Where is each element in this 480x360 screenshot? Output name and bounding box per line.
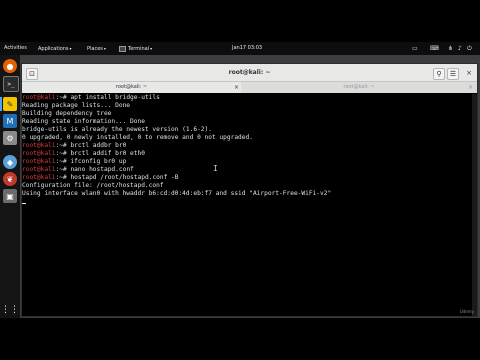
line-text: Reading package lists... Done xyxy=(22,102,131,109)
scrollbar[interactable] xyxy=(472,94,477,316)
firefox-icon[interactable]: ● xyxy=(3,59,17,73)
notes-icon[interactable]: ✎ xyxy=(3,97,17,111)
prompt-suffix: :~# xyxy=(55,150,71,157)
line-text: Building dependency tree xyxy=(22,110,112,117)
prompt-suffix: :~# xyxy=(55,174,71,181)
terminal-line: root@kali:~# ifconfig br0 up xyxy=(22,158,126,166)
prompt-suffix: :~# xyxy=(55,94,71,101)
prompt-suffix: :~# xyxy=(55,158,71,165)
burpsuite-icon[interactable]: ◆ xyxy=(3,155,17,169)
shell-prompt: root@kali xyxy=(22,150,56,157)
prompt-suffix: :~# xyxy=(55,142,71,149)
terminal-cursor xyxy=(22,203,26,204)
shell-prompt: root@kali xyxy=(22,166,56,173)
line-text: brctl addif br0 eth0 xyxy=(70,150,145,157)
terminal-line: Using interface wlan0 with hwaddr b6:cd:… xyxy=(22,190,331,198)
active-app-indicator xyxy=(0,97,2,111)
line-text: hostapd /root/hostapd.conf -B xyxy=(70,174,179,181)
chevron-down-icon: ▾ xyxy=(150,46,153,51)
terminal-line: root@kali:~# brctl addif br0 eth0 xyxy=(22,150,145,158)
menu-icon[interactable]: ☰ xyxy=(447,68,459,80)
close-icon[interactable]: × xyxy=(468,82,473,93)
shell-prompt: root@kali xyxy=(22,142,56,149)
terminal-line: Configuration file: /root/hostapd.conf xyxy=(22,182,164,190)
chevron-down-icon: ▾ xyxy=(69,46,72,51)
network-icon[interactable]: ⋔ xyxy=(448,42,453,55)
terminal-icon xyxy=(119,45,126,52)
prompt-suffix: :~# xyxy=(55,166,71,173)
text-cursor-icon: I xyxy=(213,164,218,173)
close-icon[interactable]: × xyxy=(234,82,239,93)
screen-recorder-icon[interactable]: ▭ xyxy=(412,42,418,55)
shell-prompt: root@kali xyxy=(22,94,56,101)
applications-menu[interactable]: Applications▾ xyxy=(38,42,72,55)
line-text: nano hostapd.conf xyxy=(70,166,134,173)
line-text: 0 upgraded, 0 newly installed, 0 to remo… xyxy=(22,134,253,141)
search-icon[interactable]: ⚲ xyxy=(433,68,445,80)
armitage-icon[interactable]: ⚙ xyxy=(3,131,17,145)
terminal-line: root@kali:~# brctl addbr br0 xyxy=(22,142,126,150)
watermark: Udemy xyxy=(459,309,474,314)
top-panel: Activities Applications▾ Places▾ Termina… xyxy=(0,42,480,55)
metasploit-icon[interactable]: M xyxy=(3,114,17,128)
tab-bar: root@kali: ~ × root@kali: ~ × xyxy=(22,82,477,93)
power-icon[interactable]: ⏻ xyxy=(467,42,472,55)
tab-label: root@kali: ~ xyxy=(343,84,375,90)
terminal-icon[interactable]: >_ xyxy=(3,76,19,92)
places-menu[interactable]: Places▾ xyxy=(87,42,106,55)
shell-prompt: root@kali xyxy=(22,174,56,181)
terminal-line: Building dependency tree xyxy=(22,110,111,118)
activities-button[interactable]: Activities xyxy=(4,42,27,55)
desktop-screen: Activities Applications▾ Places▾ Termina… xyxy=(0,42,480,318)
terminal-line: root@kali:~# apt install bridge-utils xyxy=(22,94,160,102)
cherrytree-icon[interactable]: ❦ xyxy=(3,172,17,186)
chevron-down-icon: ▾ xyxy=(103,46,106,51)
clock[interactable]: Jan17 03:03 xyxy=(232,42,262,55)
recordmydesktop-icon[interactable]: ▣ xyxy=(3,189,17,203)
terminal-menu-label: Terminal xyxy=(128,46,150,52)
tab-label: root@kali: ~ xyxy=(115,84,148,90)
favorites-dock: ● >_ ✎ M ⚙ ◆ ❦ ▣ ⋮⋮ xyxy=(0,55,20,318)
terminal-line: 0 upgraded, 0 newly installed, 0 to remo… xyxy=(22,134,253,142)
title-bar[interactable]: ⊡ root@kali: ~ ⚲ ☰ × xyxy=(22,64,477,82)
applications-label: Applications xyxy=(38,46,69,52)
volume-icon[interactable]: ♪ xyxy=(458,42,462,55)
shell-prompt: root@kali xyxy=(22,158,56,165)
terminal-output[interactable]: root@kali:~# apt install bridge-utils Rea… xyxy=(22,94,477,316)
places-label: Places xyxy=(87,46,103,52)
apps-grid-icon[interactable]: ⋮⋮ xyxy=(1,303,19,317)
line-text: Configuration file: /root/hostapd.conf xyxy=(22,182,164,189)
terminal-window: ⊡ root@kali: ~ ⚲ ☰ × root@kali: ~ × root… xyxy=(21,63,478,317)
line-text: ifconfig br0 up xyxy=(70,158,127,165)
terminal-line: Reading state information... Done xyxy=(22,118,145,126)
line-text: bridge-utils is already the newest versi… xyxy=(22,126,212,133)
line-text: Reading state information... Done xyxy=(22,118,145,125)
tab-1[interactable]: root@kali: ~ × xyxy=(22,82,241,93)
line-text: Using interface wlan0 with hwaddr b6:cd:… xyxy=(22,190,332,197)
terminal-line: Reading package lists... Done xyxy=(22,102,130,110)
terminal-line: bridge-utils is already the newest versi… xyxy=(22,126,212,134)
line-text: brctl addbr br0 xyxy=(70,142,127,149)
window-title: root@kali: ~ xyxy=(228,69,271,76)
terminal-line: root@kali:~# hostapd /root/hostapd.conf … xyxy=(22,174,178,182)
keyboard-icon[interactable]: ⌨ xyxy=(430,42,439,55)
terminal-line: root@kali:~# nano hostapd.conf xyxy=(22,166,134,174)
line-text: apt install bridge-utils xyxy=(70,94,160,101)
terminal-app-menu[interactable]: Terminal▾ xyxy=(119,42,152,55)
tab-2[interactable]: root@kali: ~ × xyxy=(241,82,477,93)
close-icon[interactable]: × xyxy=(464,68,474,78)
